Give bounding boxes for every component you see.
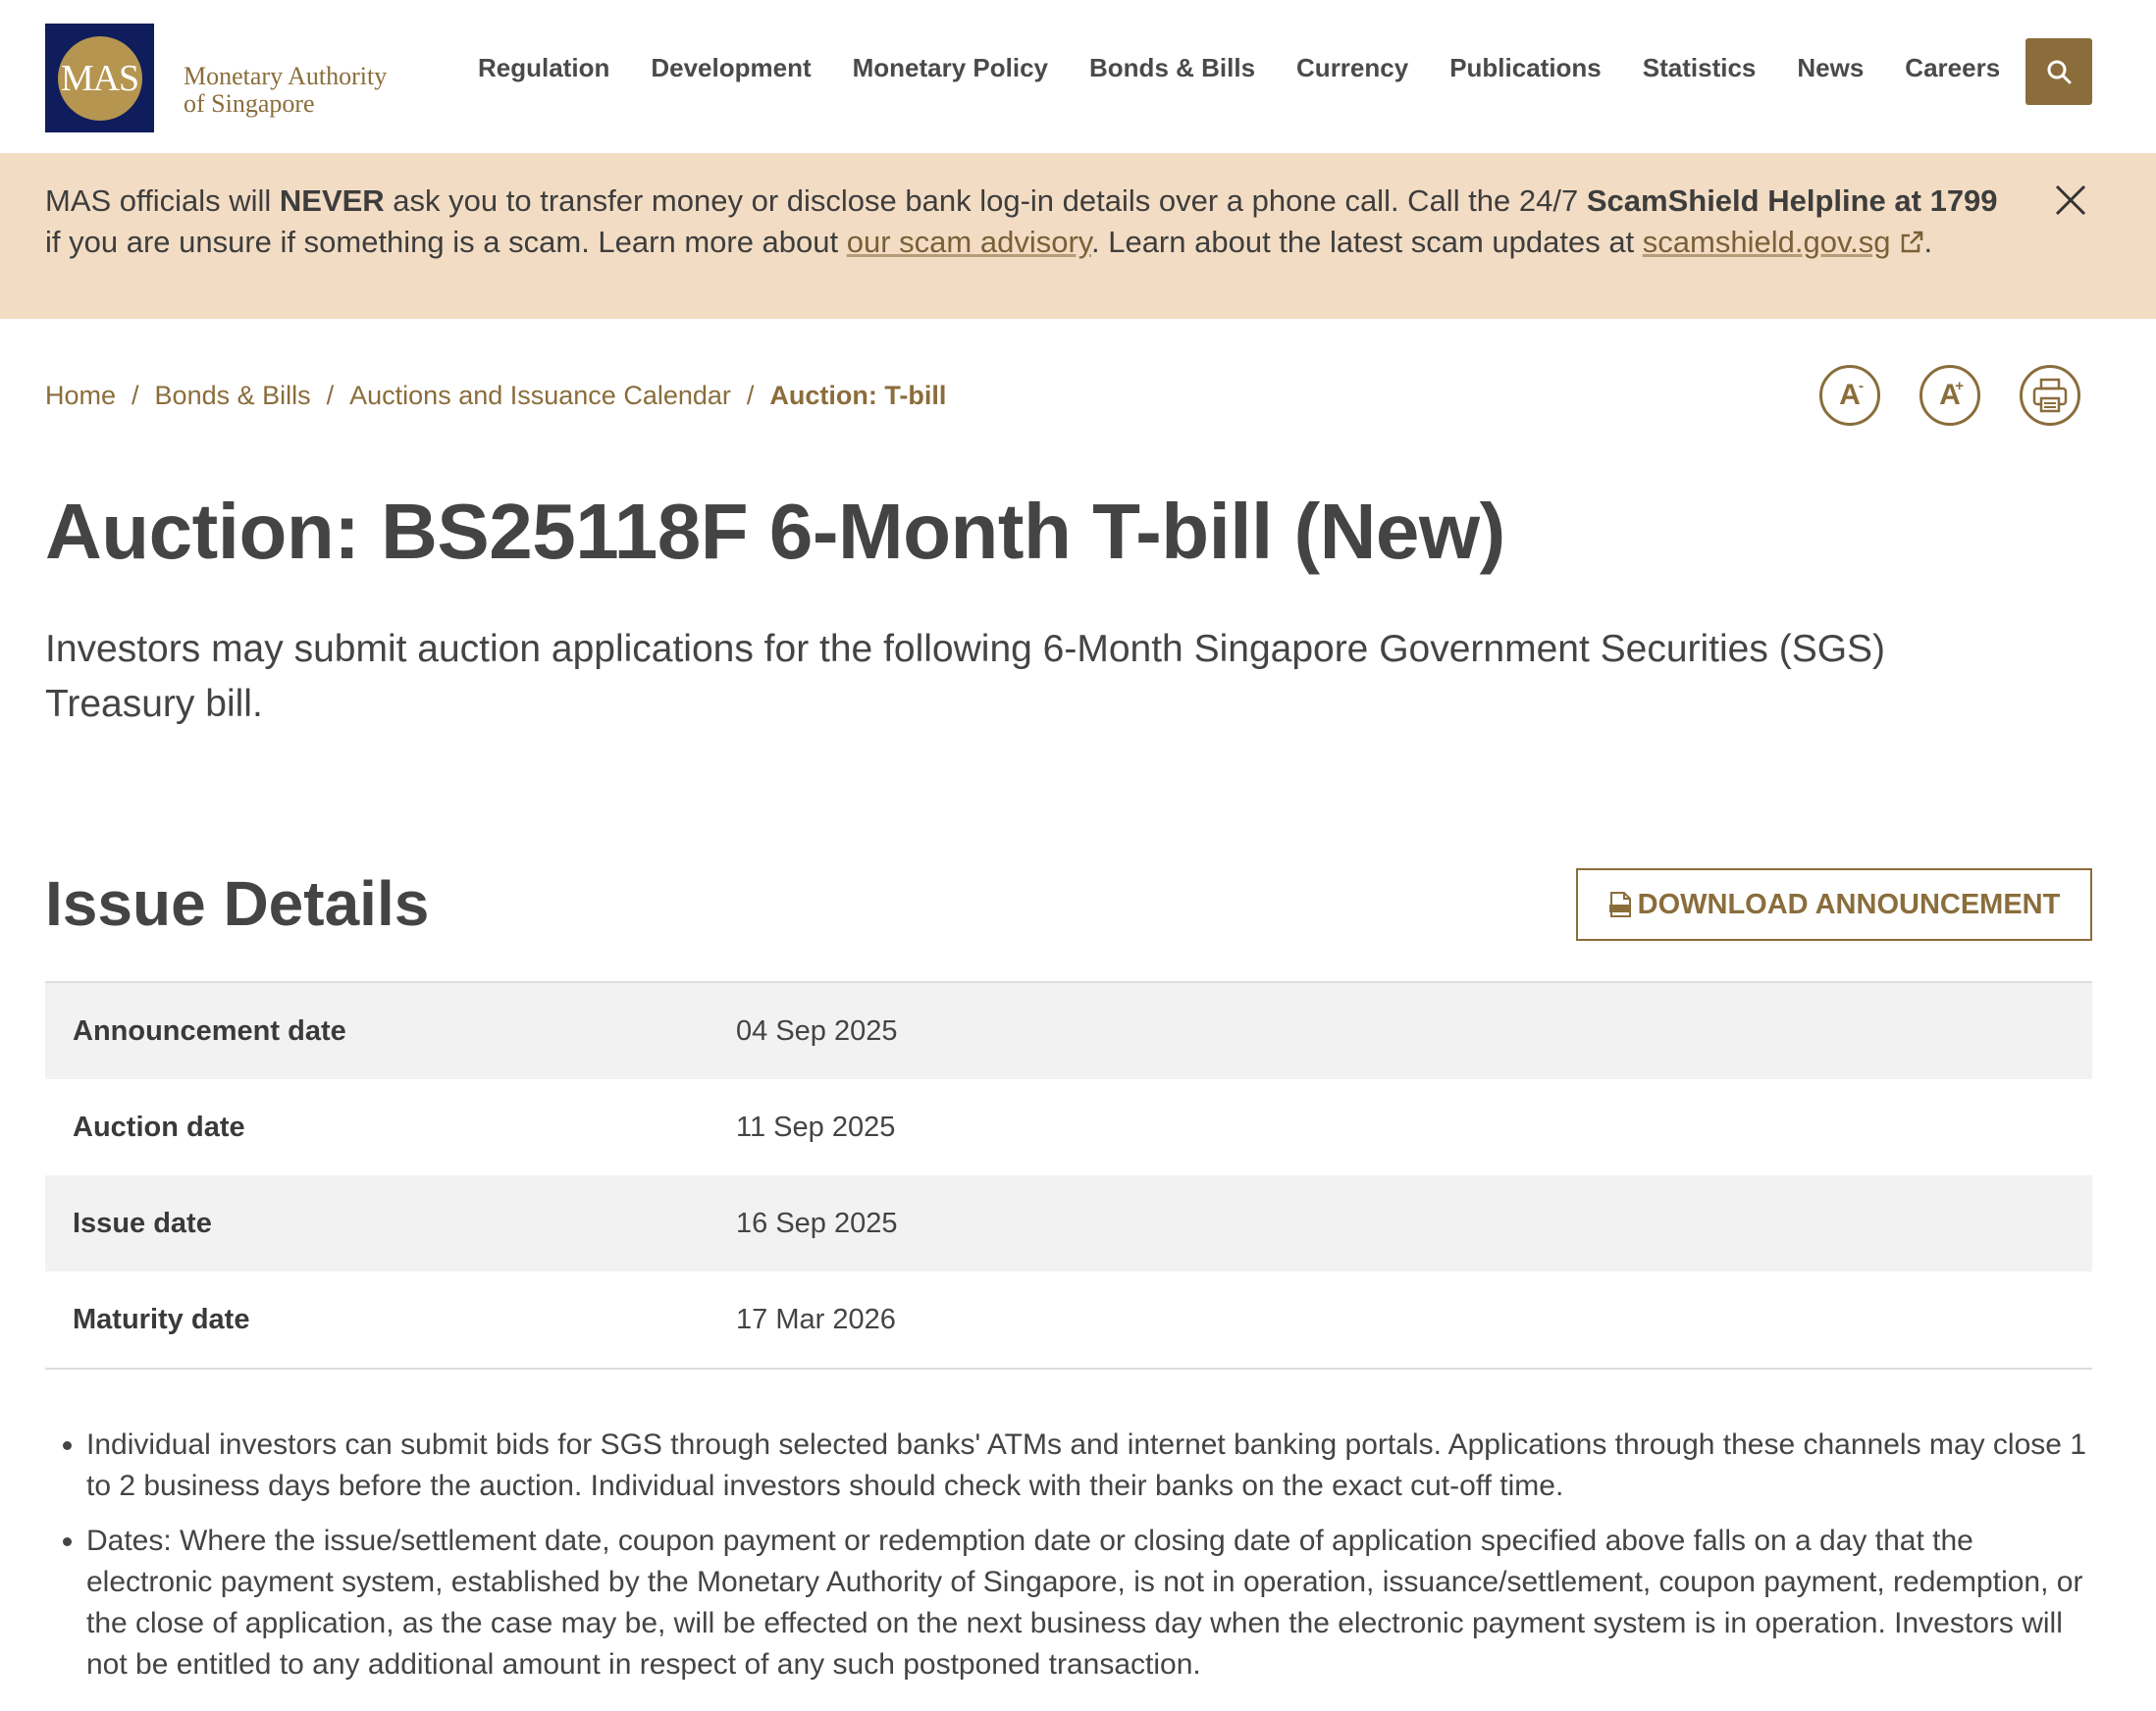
row-label: Auction date	[73, 1111, 245, 1143]
nav-regulation[interactable]: Regulation	[478, 53, 609, 83]
scamshield-link[interactable]: scamshield.gov.sg	[1643, 225, 1891, 259]
logo-wordmark: Monetary Authority of Singapore	[184, 61, 388, 118]
list-item: Dates: Where the issue/settlement date, …	[86, 1521, 2092, 1685]
table-row: Auction date 11 Sep 2025	[45, 1079, 2092, 1175]
issue-details-heading: Issue Details	[45, 868, 430, 939]
banner-text-5: .	[1923, 225, 1933, 259]
external-link-icon	[1901, 231, 1922, 253]
scam-alert-text: MAS officials will NEVER ask you to tran…	[45, 181, 2018, 263]
nav-statistics[interactable]: Statistics	[1643, 53, 1757, 83]
nav-currency[interactable]: Currency	[1296, 53, 1408, 83]
banner-text-2: ask you to transfer money or disclose ba…	[384, 183, 1587, 218]
table-row: Announcement date 04 Sep 2025	[45, 983, 2092, 1079]
breadcrumb-separator: /	[746, 381, 755, 410]
nav-monetary-policy[interactable]: Monetary Policy	[853, 53, 1048, 83]
row-value: 16 Sep 2025	[736, 1207, 898, 1239]
breadcrumb-home[interactable]: Home	[45, 381, 116, 411]
print-button[interactable]	[2020, 365, 2080, 426]
breadcrumb-separator: /	[326, 381, 335, 410]
increase-font-sign: +	[1955, 378, 1964, 394]
row-value: 17 Mar 2026	[736, 1303, 896, 1335]
scam-alert-banner: MAS officials will NEVER ask you to tran…	[0, 153, 2156, 319]
banner-text-4: . Learn about the latest scam updates at	[1090, 225, 1643, 259]
breadcrumb-current: Auction: T-bill	[769, 381, 947, 410]
page-tools: A- A +	[1819, 365, 2120, 426]
breadcrumb: Home / Bonds & Bills / Auctions and Issu…	[45, 381, 946, 411]
logo-mark: MAS	[57, 35, 142, 121]
nav-bonds-bills[interactable]: Bonds & Bills	[1089, 53, 1255, 83]
print-icon	[2032, 378, 2068, 413]
download-announcement-label: DOWNLOAD ANNOUNCEMENT	[1637, 888, 2061, 920]
notes-list: Individual investors can submit bids for…	[86, 1425, 2092, 1699]
scam-advisory-link[interactable]: our scam advisory	[847, 225, 1091, 259]
breadcrumb-bonds-bills[interactable]: Bonds & Bills	[155, 381, 311, 411]
page-title: Auction: BS25118F 6-Month T-bill (New)	[45, 488, 1505, 575]
decrease-font-icon: A	[1839, 379, 1861, 411]
issue-details-table: Announcement date 04 Sep 2025 Auction da…	[45, 981, 2092, 1370]
logo-line-2: of Singapore	[184, 88, 315, 118]
row-value: 11 Sep 2025	[736, 1111, 896, 1143]
banner-text-1: MAS officials will	[45, 183, 280, 218]
table-row: Maturity date 17 Mar 2026	[45, 1271, 2092, 1368]
mas-logo[interactable]: MAS Monetary Authority of Singapore	[45, 24, 387, 132]
row-label: Issue date	[73, 1207, 212, 1239]
breadcrumb-separator: /	[131, 381, 139, 410]
logo-emblem: MAS	[45, 24, 154, 132]
decrease-font-sign: -	[1859, 378, 1864, 394]
logo-line-1: Monetary Authority	[184, 61, 388, 90]
row-value: 04 Sep 2025	[736, 1014, 898, 1047]
row-label: Announcement date	[73, 1014, 346, 1047]
page-lead: Investors may submit auction application…	[45, 628, 1886, 725]
pdf-icon	[1608, 892, 1631, 917]
list-item: Individual investors can submit bids for…	[86, 1425, 2092, 1507]
nav-development[interactable]: Development	[651, 53, 811, 83]
close-icon[interactable]	[2053, 182, 2088, 218]
search-icon	[2047, 60, 2072, 84]
row-label: Maturity date	[73, 1303, 250, 1335]
banner-text-3: if you are unsure if something is a scam…	[45, 225, 847, 259]
nav-careers[interactable]: Careers	[1905, 53, 2000, 83]
breadcrumb-auctions-calendar[interactable]: Auctions and Issuance Calendar	[349, 381, 731, 411]
nav-news[interactable]: News	[1797, 53, 1864, 83]
download-announcement-button[interactable]: DOWNLOAD ANNOUNCEMENT	[1576, 868, 2092, 941]
banner-emphasis-never: NEVER	[279, 183, 385, 218]
banner-helpline: ScamShield Helpline at 1799	[1586, 183, 1998, 218]
increase-font-button[interactable]: A +	[1919, 365, 1980, 426]
search-button[interactable]	[2025, 38, 2092, 105]
main-nav: Regulation Development Monetary Policy B…	[478, 53, 2041, 83]
decrease-font-button[interactable]: A-	[1819, 365, 1880, 426]
site-header: MAS Monetary Authority of Singapore Regu…	[0, 0, 2156, 153]
nav-publications[interactable]: Publications	[1449, 53, 1602, 83]
table-row: Issue date 16 Sep 2025	[45, 1175, 2092, 1271]
